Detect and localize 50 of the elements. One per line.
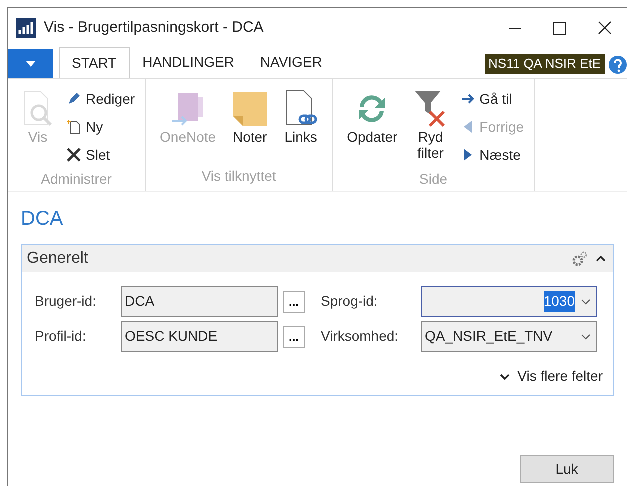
dropdown-field[interactable]: QA_NSIR_EtE_TNV <box>421 321 597 352</box>
document-link-icon <box>284 90 318 128</box>
ribbon-button[interactable]: Links <box>280 85 322 166</box>
close-icon <box>598 21 612 35</box>
page-title: DCA <box>21 207 64 232</box>
app-menu-button[interactable] <box>8 49 53 78</box>
ribbon-tab[interactable]: NAVIGER <box>247 47 336 78</box>
ribbon-group-label: Vis tilknyttet <box>202 167 276 186</box>
field-label: Sprog-id: <box>321 292 379 311</box>
triangle-left-icon <box>462 120 474 134</box>
triangle-right-icon <box>462 148 474 162</box>
lookup-button[interactable]: ... <box>283 326 305 348</box>
sticky-note-icon <box>232 91 268 127</box>
ribbon-button[interactable]: Opdater <box>343 85 402 169</box>
arrow-right-icon <box>460 93 475 105</box>
show-more-fields-link[interactable]: Vis flere felter <box>500 366 603 387</box>
filter-clear-icon <box>414 90 448 128</box>
text-field[interactable]: DCA <box>121 286 278 317</box>
ribbon-group-label: Administrer <box>41 170 112 189</box>
field-label: Bruger-id: <box>35 292 98 311</box>
pencil-icon <box>67 92 81 106</box>
document-search-icon <box>22 91 54 127</box>
chevron-down-icon <box>500 374 510 380</box>
caret-down-icon <box>26 60 36 66</box>
ribbon-button[interactable]: Slet <box>66 141 136 169</box>
chevron-down-icon <box>581 334 591 340</box>
ribbon-button[interactable]: Rediger <box>66 85 136 113</box>
gears-icon <box>572 250 588 266</box>
text-field[interactable]: OESC KUNDE <box>121 321 278 352</box>
ribbon-tab[interactable]: HANDLINGER <box>130 47 248 78</box>
field-label: Virksomhed: <box>321 327 400 346</box>
cross-icon <box>66 147 82 163</box>
dropdown-field[interactable]: 1030 <box>421 286 597 317</box>
new-document-icon <box>66 119 82 135</box>
chevron-down-icon <box>581 298 591 304</box>
chart-logo-icon <box>16 18 36 38</box>
ribbon-tab[interactable]: START <box>59 47 130 78</box>
ribbon-group-label: Side <box>420 170 448 189</box>
ribbon-button[interactable]: Ny <box>66 113 136 141</box>
lookup-button[interactable]: ... <box>283 290 305 312</box>
ribbon-button[interactable]: Gå til <box>460 85 524 113</box>
field-label: Profil-id: <box>35 327 88 346</box>
ribbon-button[interactable]: Noter <box>228 85 272 166</box>
section-title: Generelt <box>27 248 88 268</box>
window-title: Vis - Brugertilpasningskort - DCA <box>44 18 264 38</box>
close-dialog-button[interactable]: Luk <box>520 455 614 483</box>
ribbon-button[interactable]: Næste <box>460 141 524 169</box>
maximize-icon <box>553 22 566 34</box>
ribbon-button[interactable]: Ryd filter <box>410 85 452 169</box>
company-badge: NS11 QA NSIR EtE <box>484 54 605 74</box>
